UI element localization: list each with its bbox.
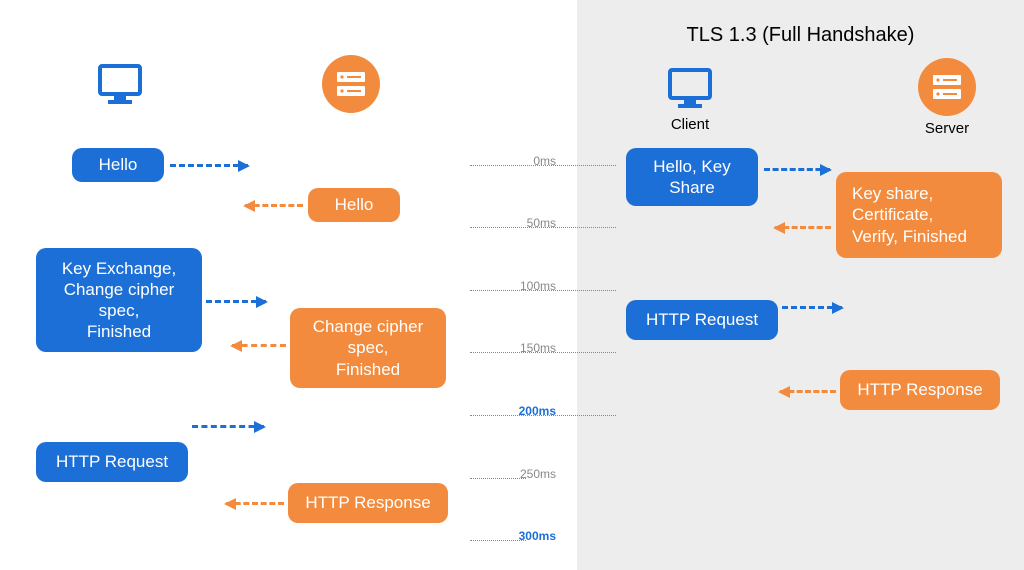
arrow-right-icon <box>764 168 830 171</box>
arrow-right-icon <box>170 164 248 167</box>
msg-server-ks-right: Key share, Certificate, Verify, Finished <box>836 172 1002 258</box>
server-icon <box>918 58 976 116</box>
msg-client-hello-left: Hello <box>72 148 164 182</box>
msg-server-ccs-left: Change cipher spec, Finished <box>290 308 446 388</box>
tick-0: 0ms <box>516 154 556 168</box>
label-client: Client <box>666 116 714 133</box>
arrow-right-icon <box>192 425 264 428</box>
arrow-left-icon <box>232 344 286 347</box>
tick-50: 50ms <box>516 216 556 230</box>
arrow-left-icon <box>245 204 303 207</box>
tick-150: 150ms <box>516 341 556 355</box>
monitor-icon <box>666 64 714 112</box>
tick-300: 300ms <box>516 529 556 543</box>
arrow-right-icon <box>782 306 842 309</box>
msg-client-req-right: HTTP Request <box>626 300 778 340</box>
tick-250: 250ms <box>516 467 556 481</box>
arrow-left-icon <box>775 226 831 229</box>
msg-server-resp-left: HTTP Response <box>288 483 448 523</box>
arrow-left-icon <box>226 502 284 505</box>
tick-200: 200ms <box>516 404 556 418</box>
label-server: Server <box>918 120 976 137</box>
msg-client-hello-right: Hello, Key Share <box>626 148 758 206</box>
monitor-icon <box>96 60 144 108</box>
msg-server-resp-right: HTTP Response <box>840 370 1000 410</box>
title-tls13: TLS 1.3 (Full Handshake) <box>577 24 1024 47</box>
arrow-left-icon <box>780 390 836 393</box>
msg-client-req-left: HTTP Request <box>36 442 188 482</box>
msg-server-hello-left: Hello <box>308 188 400 222</box>
msg-client-kex-left: Key Exchange, Change cipher spec, Finish… <box>36 248 202 352</box>
server-icon <box>322 55 380 113</box>
arrow-right-icon <box>206 300 266 303</box>
tick-100: 100ms <box>516 279 556 293</box>
